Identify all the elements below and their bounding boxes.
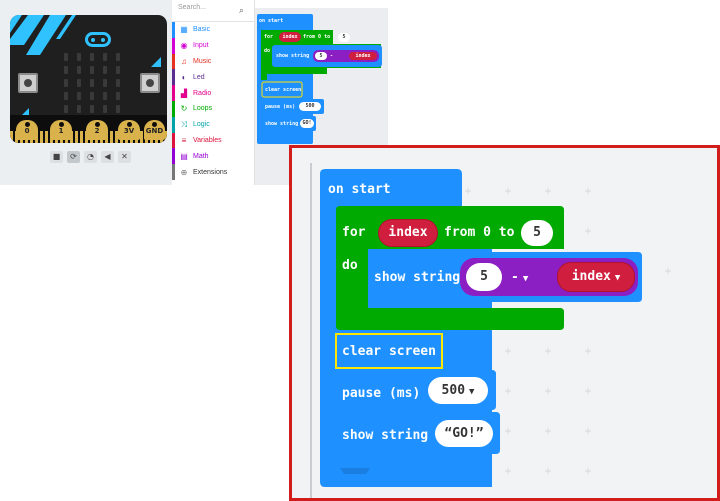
thumb-pause-value: 500 <box>299 102 321 111</box>
shuffle-icon: ⤨ <box>180 119 188 129</box>
fullscreen-icon[interactable]: ✕ <box>118 151 131 163</box>
toolbox-category-logic[interactable]: ⤨ Logic <box>172 116 254 133</box>
toolbox: Search... ⌕ ▦ Basic ◉ Input ♫ Music ◐ Led ▟ Radio… <box>172 0 255 185</box>
toolbox-category-variables[interactable]: ≡ Variables <box>172 132 254 149</box>
signal-icon: ▟ <box>180 88 188 98</box>
pin-gnd[interactable]: GND <box>144 120 165 140</box>
plus-icon: ⊕ <box>180 167 188 177</box>
toolbox-category-radio[interactable]: ▟ Radio <box>172 85 254 101</box>
thumb-for: for <box>264 34 274 40</box>
show-string-2-label[interactable]: show string <box>342 428 428 443</box>
led-matrix <box>62 53 122 113</box>
simulator-controls: ■ ⟳ ◔ ◀ ✕ <box>50 151 131 163</box>
pin-0[interactable]: 0 <box>16 120 38 140</box>
toolbox-category-label: Led <box>193 73 205 81</box>
pin-1[interactable]: 1 <box>50 120 72 140</box>
show-string-label[interactable]: show string <box>374 270 460 285</box>
thumb-from-to: from 0 to <box>303 34 331 40</box>
headphones-icon: ♫ <box>181 56 187 66</box>
pause-duration-dropdown[interactable]: 500 ▼ <box>428 377 488 404</box>
toolbox-search-input[interactable]: Search... ⌕ <box>172 0 254 22</box>
pin-2[interactable]: 2 <box>86 120 108 140</box>
thumb-do: do <box>264 48 271 54</box>
list-icon: ≡ <box>181 135 187 145</box>
microbit-logo <box>85 32 111 47</box>
toggle-icon: ◐ <box>181 72 187 82</box>
search-placeholder: Search... <box>178 4 207 11</box>
on-start-block-label[interactable]: on start <box>328 182 391 197</box>
toolbox-category-label: Variables <box>193 136 222 144</box>
thumb-minus-left: 5 <box>315 52 327 60</box>
toolbox-category-music[interactable]: ♫ Music <box>172 53 254 70</box>
loop-variable-pill[interactable]: index <box>378 219 438 247</box>
button-a[interactable] <box>18 73 38 93</box>
for-loop-label[interactable]: for <box>342 225 365 240</box>
toolbox-category-label: Music <box>193 57 212 65</box>
chevron-down-icon: ▼ <box>522 274 529 284</box>
microbit-board: 0 1 2 3V GND <box>10 15 167 143</box>
button-b[interactable] <box>140 73 160 93</box>
toolbox-category-label: Extensions <box>193 168 228 176</box>
toolbox-category-label: Input <box>193 42 209 50</box>
thumb-show-string: show string <box>276 53 310 59</box>
stop-icon[interactable]: ■ <box>50 151 63 163</box>
toolbox-category-basic[interactable]: ▦ Basic <box>172 22 254 38</box>
calculator-icon: ▤ <box>180 151 188 161</box>
minus-right-variable[interactable]: index ▼ <box>557 262 635 292</box>
thumb-minus-op: - <box>330 53 334 59</box>
toolbox-category-label: Loops <box>193 105 213 113</box>
thumb-pause: pause (ms) <box>265 104 296 110</box>
search-icon[interactable]: ⌕ <box>239 5 244 16</box>
chevron-down-icon: ▼ <box>614 273 621 283</box>
simulator-panel: 0 1 2 3V GND ■ ⟳ ◔ ◀ ✕ <box>0 0 172 185</box>
toolbox-category-label: Math <box>193 152 209 160</box>
toolbox-category-loops[interactable]: ↻ Loops <box>172 100 254 117</box>
loop-icon: ↻ <box>180 104 188 114</box>
pin-connector: 0 1 2 3V GND <box>10 115 167 143</box>
minus-left-value[interactable]: 5 <box>466 263 502 291</box>
pause-block-label[interactable]: pause (ms) <box>342 386 420 401</box>
loop-to-value[interactable]: 5 <box>521 220 553 246</box>
button-b-label-icon <box>151 57 161 67</box>
toolbox-category-math[interactable]: ▤ Math <box>172 148 254 165</box>
input-icon: ◉ <box>180 41 188 51</box>
restart-icon[interactable]: ⟳ <box>67 151 80 163</box>
string-go-value[interactable]: “GO!” <box>435 420 493 447</box>
grid-icon: ▦ <box>180 25 188 35</box>
toolbox-category-label: Logic <box>193 121 210 129</box>
thumb-go-text: GO! <box>300 119 314 128</box>
mute-icon[interactable]: ◀ <box>101 151 114 163</box>
minus-operator-dropdown[interactable]: - ▼ <box>511 270 528 285</box>
thumb-index-pill: index <box>279 32 301 42</box>
thumb-minus-right: index <box>349 52 377 60</box>
toolbox-category-input[interactable]: ◉ Input <box>172 37 254 54</box>
clear-screen-block[interactable]: clear screen <box>342 344 436 359</box>
chevron-down-icon: ▼ <box>469 387 475 397</box>
thumb-on-start: on start <box>259 18 284 24</box>
thumb-show-string-2: show string <box>265 121 299 127</box>
workspace-zoomed[interactable]: on start for index from 0 to 5 do show s… <box>289 145 720 501</box>
toolbox-category-extensions[interactable]: ⊕ Extensions <box>172 164 254 180</box>
slowmo-icon[interactable]: ◔ <box>84 151 97 163</box>
pin-3v[interactable]: 3V <box>118 120 140 140</box>
do-label: do <box>342 258 358 273</box>
toolbox-category-label: Radio <box>193 89 212 97</box>
thumb-to-value: 5 <box>338 33 350 42</box>
thumb-clear-screen: clear screen <box>265 87 302 93</box>
workspace-grid <box>310 163 671 498</box>
for-loop-range-label: from 0 to <box>444 225 515 240</box>
toolbox-category-label: Basic <box>193 26 211 34</box>
toolbox-category-led[interactable]: ◐ Led <box>172 69 254 86</box>
